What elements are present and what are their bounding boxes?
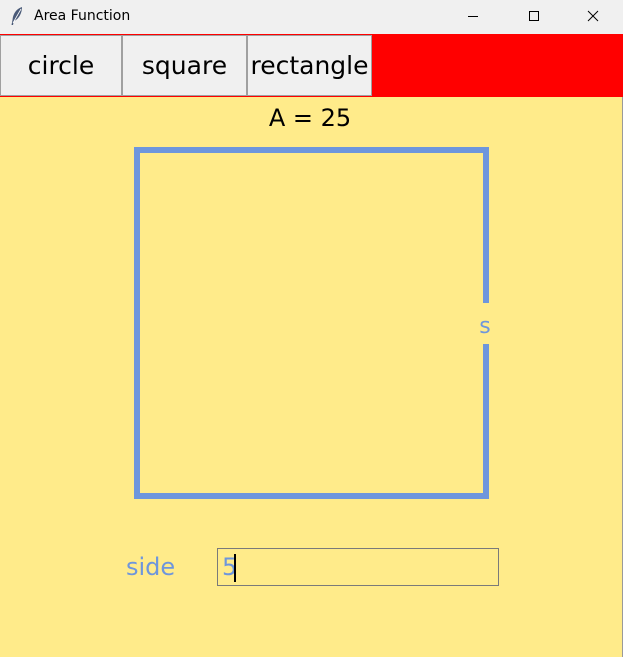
side-marker-label: s [479, 314, 490, 339]
square-outline [134, 147, 489, 499]
side-label: side [126, 553, 176, 581]
app-window: Area Function circle square rectangle A … [0, 0, 623, 657]
text-caret [234, 554, 236, 582]
side-input[interactable] [217, 548, 499, 586]
